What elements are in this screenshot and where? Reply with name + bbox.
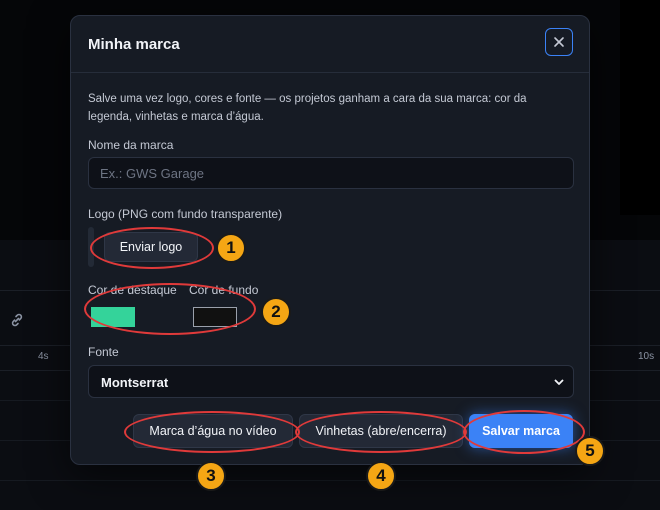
annotation-badge: 3 (196, 461, 226, 491)
upload-logo-button[interactable]: Enviar logo (104, 232, 198, 262)
brand-modal: Minha marca Salve uma vez logo, cores e … (70, 15, 590, 465)
font-select-value: Montserrat (101, 375, 169, 390)
timeline-track-divider (0, 480, 660, 481)
modal-description: Salve uma vez logo, cores e fonte — os p… (88, 93, 527, 123)
annotation-badge: 2 (261, 297, 291, 327)
background-color-swatch[interactable] (193, 307, 237, 327)
logo-preview (88, 227, 94, 267)
modal-header: Minha marca (71, 16, 589, 73)
logo-label: Logo (PNG com fundo transparente) (88, 207, 283, 221)
background-color-label: Cor de fundo (189, 283, 259, 297)
accent-color-swatch[interactable] (91, 307, 135, 327)
annotation-badge: 4 (366, 461, 396, 491)
vignettes-toggle-button[interactable]: Vinhetas (abre/encerra) (299, 414, 463, 448)
timeline-tick: 4s (38, 351, 49, 362)
video-preview (620, 0, 660, 215)
brand-name-input[interactable] (88, 157, 574, 189)
save-brand-button[interactable]: Salvar marca (469, 414, 573, 448)
accent-color-label: Cor de destaque (88, 283, 177, 297)
modal-title: Minha marca (88, 36, 180, 53)
timeline-tick: 10s (638, 351, 655, 362)
annotation-badge: 1 (216, 233, 246, 263)
font-select[interactable]: Montserrat (88, 365, 574, 398)
brand-name-label: Nome da marca (88, 138, 174, 152)
annotation-badge: 5 (575, 436, 605, 466)
font-label: Fonte (88, 345, 119, 359)
close-button[interactable] (545, 28, 573, 56)
link-icon[interactable] (9, 312, 25, 328)
watermark-toggle-button[interactable]: Marca d’água no vídeo (133, 414, 293, 448)
chevron-down-icon (554, 379, 564, 385)
close-icon (554, 37, 564, 47)
